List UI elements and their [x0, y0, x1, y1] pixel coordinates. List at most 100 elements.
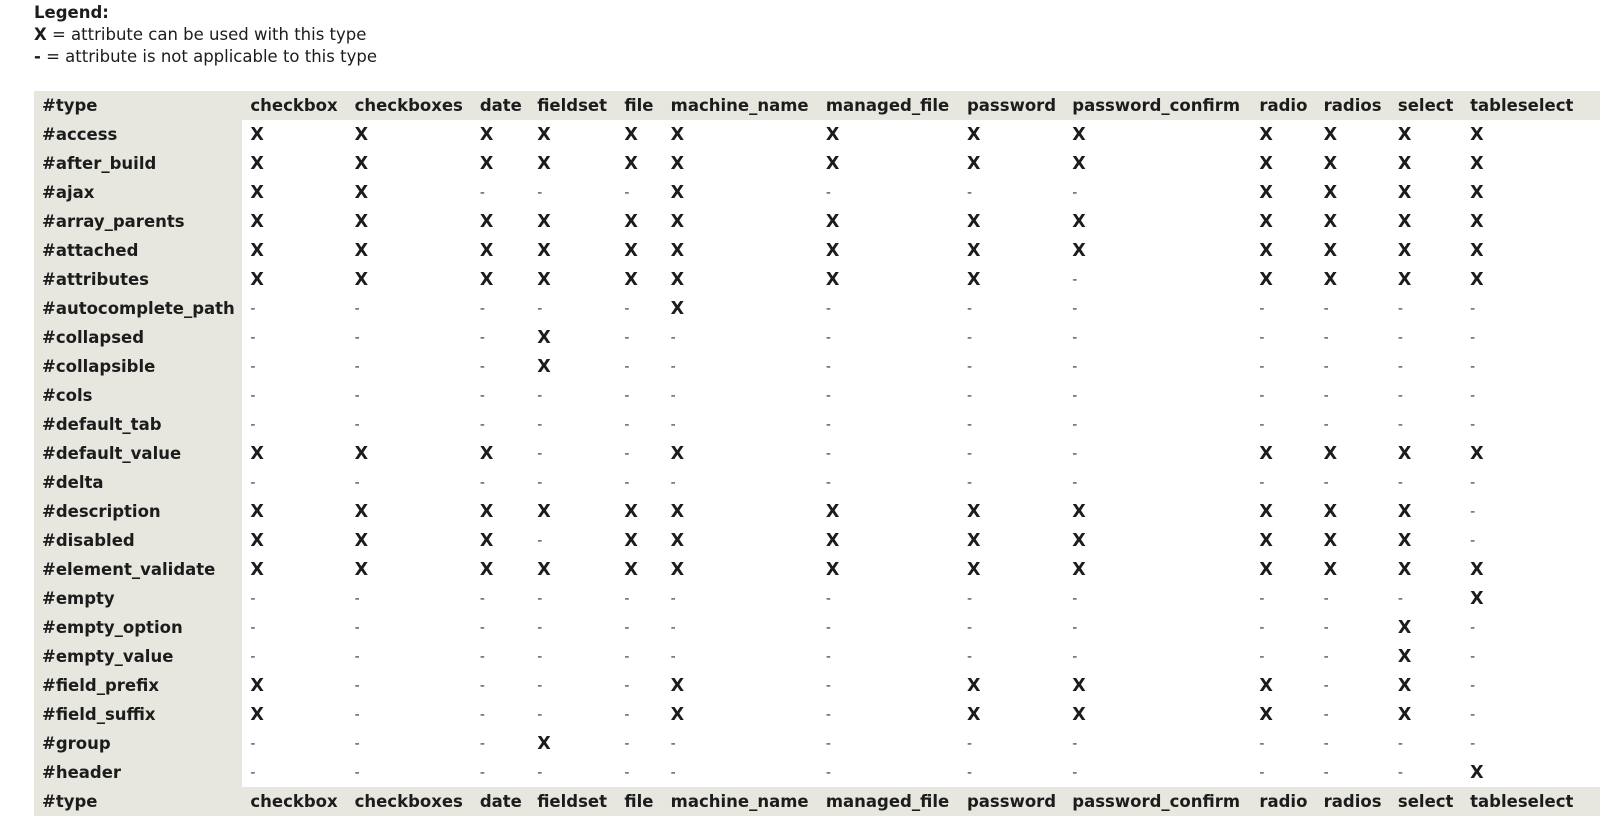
table-cell: X [529, 497, 617, 526]
table-header: #type checkbox checkboxes date fieldset file m… [34, 91, 1600, 120]
table-cell: - [817, 584, 959, 613]
table-cell: X [1251, 120, 1316, 149]
table-cell: - [958, 352, 1065, 381]
table-cell: - [529, 700, 617, 729]
table-cell: - [1251, 294, 1316, 323]
table-cell: - [1389, 410, 1463, 439]
table-cell: - [1064, 758, 1252, 787]
column-header-file: file [616, 91, 663, 120]
column-header-managed-file: managed_file [817, 91, 959, 120]
table-cell: - [1462, 352, 1600, 381]
table-cell: X [471, 439, 530, 468]
table-cell: - [817, 439, 959, 468]
table-cell: - [1251, 323, 1316, 352]
table-cell: X [346, 178, 472, 207]
table-cell: - [958, 439, 1065, 468]
table-cell: X [817, 207, 959, 236]
table-cell: - [1315, 468, 1390, 497]
table-cell: - [616, 642, 663, 671]
table-cell: X [1389, 526, 1463, 555]
table-cell: - [616, 729, 663, 758]
table-cell: - [242, 584, 347, 613]
legend-title: Legend: [34, 3, 109, 22]
table-cell: - [471, 352, 530, 381]
table-cell: X [346, 497, 472, 526]
table-cell: X [1462, 439, 1600, 468]
table-cell: X [1389, 613, 1463, 642]
table-cell: X [817, 497, 959, 526]
table-cell: - [346, 729, 472, 758]
table-cell: - [1251, 410, 1316, 439]
table-cell: - [471, 323, 530, 352]
column-header-date: date [471, 91, 530, 120]
column-header-checkbox: checkbox [242, 91, 347, 120]
table-cell: - [242, 729, 347, 758]
table-cell: X [1064, 236, 1252, 265]
table-cell: X [616, 265, 663, 294]
table-cell: - [616, 381, 663, 410]
table-cell: - [1064, 352, 1252, 381]
attribute-name: #autocomplete_path [34, 294, 243, 323]
table-cell: X [1315, 555, 1390, 584]
table-cell: X [662, 178, 818, 207]
attribute-name: #ajax [34, 178, 243, 207]
table-cell: - [616, 671, 663, 700]
table-cell: - [616, 468, 663, 497]
table-cell: X [616, 526, 663, 555]
table-cell: - [471, 468, 530, 497]
table-cell: - [817, 700, 959, 729]
table-cell: X [1064, 555, 1252, 584]
table-cell: X [817, 120, 959, 149]
column-header-select: select [1389, 787, 1463, 816]
table-cell: - [817, 294, 959, 323]
table-cell: - [1251, 468, 1316, 497]
table-cell: - [529, 671, 617, 700]
attribute-name: #empty_value [34, 642, 243, 671]
column-header-radio: radio [1251, 787, 1316, 816]
column-header-fieldset: fieldset [529, 91, 617, 120]
table-cell: X [242, 555, 347, 584]
table-cell: - [616, 758, 663, 787]
table-cell: - [471, 758, 530, 787]
table-footer: #type checkbox checkboxes date fieldset file m… [34, 787, 1600, 816]
column-header-machine-name: machine_name [662, 91, 818, 120]
table-cell: X [616, 497, 663, 526]
attribute-name: #array_parents [34, 207, 243, 236]
table-cell: X [958, 120, 1065, 149]
table-cell: X [958, 526, 1065, 555]
table-cell: - [1315, 381, 1390, 410]
table-cell: - [1389, 758, 1463, 787]
table-cell: X [662, 439, 818, 468]
table-cell: X [1462, 236, 1600, 265]
table-cell: X [662, 120, 818, 149]
table-cell: X [817, 236, 959, 265]
table-cell: - [958, 468, 1065, 497]
attribute-name: #delta [34, 468, 243, 497]
table-cell: - [346, 613, 472, 642]
legend-yes-symbol: X [34, 25, 47, 44]
table-cell: X [1315, 526, 1390, 555]
table-cell: X [1251, 439, 1316, 468]
attribute-name: #attached [34, 236, 243, 265]
table-cell: X [1389, 178, 1463, 207]
attribute-name: #empty [34, 584, 243, 613]
table-cell: X [958, 497, 1065, 526]
legend-no-line: - = attribute is not applicable to this … [34, 46, 377, 68]
table-cell: - [529, 642, 617, 671]
table-cell: - [1064, 410, 1252, 439]
column-header-date: date [471, 787, 530, 816]
legend: Legend: X = attribute can be used with t… [34, 2, 377, 68]
table-cell: - [471, 178, 530, 207]
table-cell: X [958, 207, 1065, 236]
table-cell: - [1315, 729, 1390, 758]
table-cell: - [616, 410, 663, 439]
table-cell: - [529, 584, 617, 613]
column-header-password: password [958, 787, 1065, 816]
table-cell: X [817, 149, 959, 178]
table-cell: - [1251, 642, 1316, 671]
table-cell: - [662, 323, 818, 352]
column-header-managed-file: managed_file [817, 787, 959, 816]
table-cell: - [1064, 729, 1252, 758]
table-row: #empty_option - - - - - - - - - - - X - [34, 613, 1600, 642]
attribute-name: #field_suffix [34, 700, 243, 729]
